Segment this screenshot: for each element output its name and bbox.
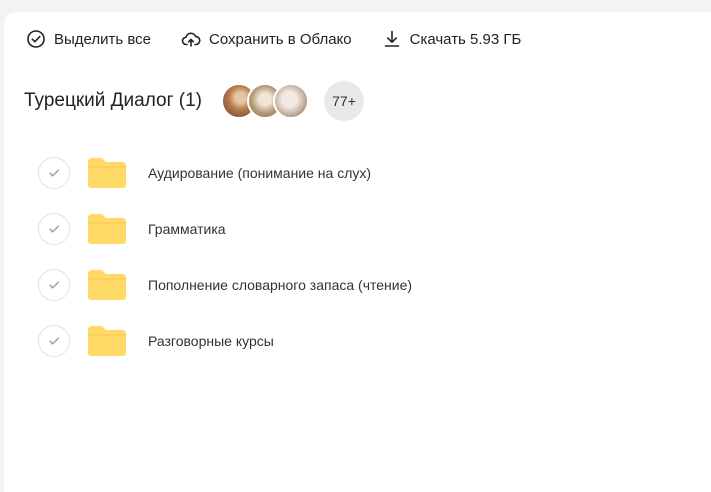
check-circle-icon [26,29,46,49]
download-icon [382,29,402,49]
save-to-cloud-button[interactable]: Сохранить в Облако [181,29,352,49]
avatar[interactable] [273,83,310,119]
folder-header: Турецкий Диалог (1) 77+ [24,81,365,121]
checkmark-icon [49,225,59,233]
cloud-upload-icon [181,29,201,49]
folder-icon [86,212,128,246]
folder-icon [86,268,128,302]
checkmark-icon [49,169,59,177]
checkmark-icon [49,337,59,345]
folder-name: Грамматика [148,221,226,237]
folder-name: Пополнение словарного запаса (чтение) [148,277,413,293]
member-avatars[interactable] [221,83,310,119]
list-item[interactable]: Грамматика [38,201,412,257]
download-label: Скачать 5.93 ГБ [409,30,522,48]
toolbar: Выделить все Сохранить в Облако Скачать … [26,28,551,50]
checkmark-icon [49,281,59,289]
select-item-checkbox[interactable] [38,157,70,189]
select-item-checkbox[interactable] [38,269,70,301]
list-item[interactable]: Аудирование (понимание на слух) [38,145,412,201]
folder-list: Аудирование (понимание на слух) Граммати… [38,145,412,369]
save-to-cloud-label: Сохранить в Облако [209,30,352,48]
folder-name: Разговорные курсы [148,333,274,349]
more-members-badge[interactable]: 77+ [324,81,365,121]
list-item[interactable]: Разговорные курсы [38,313,412,369]
list-item[interactable]: Пополнение словарного запаса (чтение) [38,257,412,313]
select-item-checkbox[interactable] [38,325,70,357]
folder-icon [86,324,128,358]
select-all-button[interactable]: Выделить все [26,29,151,49]
select-item-checkbox[interactable] [38,213,70,245]
folder-icon [86,156,128,190]
folder-title: Турецкий Диалог (1) [24,90,203,111]
folder-name: Аудирование (понимание на слух) [148,165,372,181]
select-all-label: Выделить все [54,30,152,48]
download-button[interactable]: Скачать 5.93 ГБ [382,29,522,49]
